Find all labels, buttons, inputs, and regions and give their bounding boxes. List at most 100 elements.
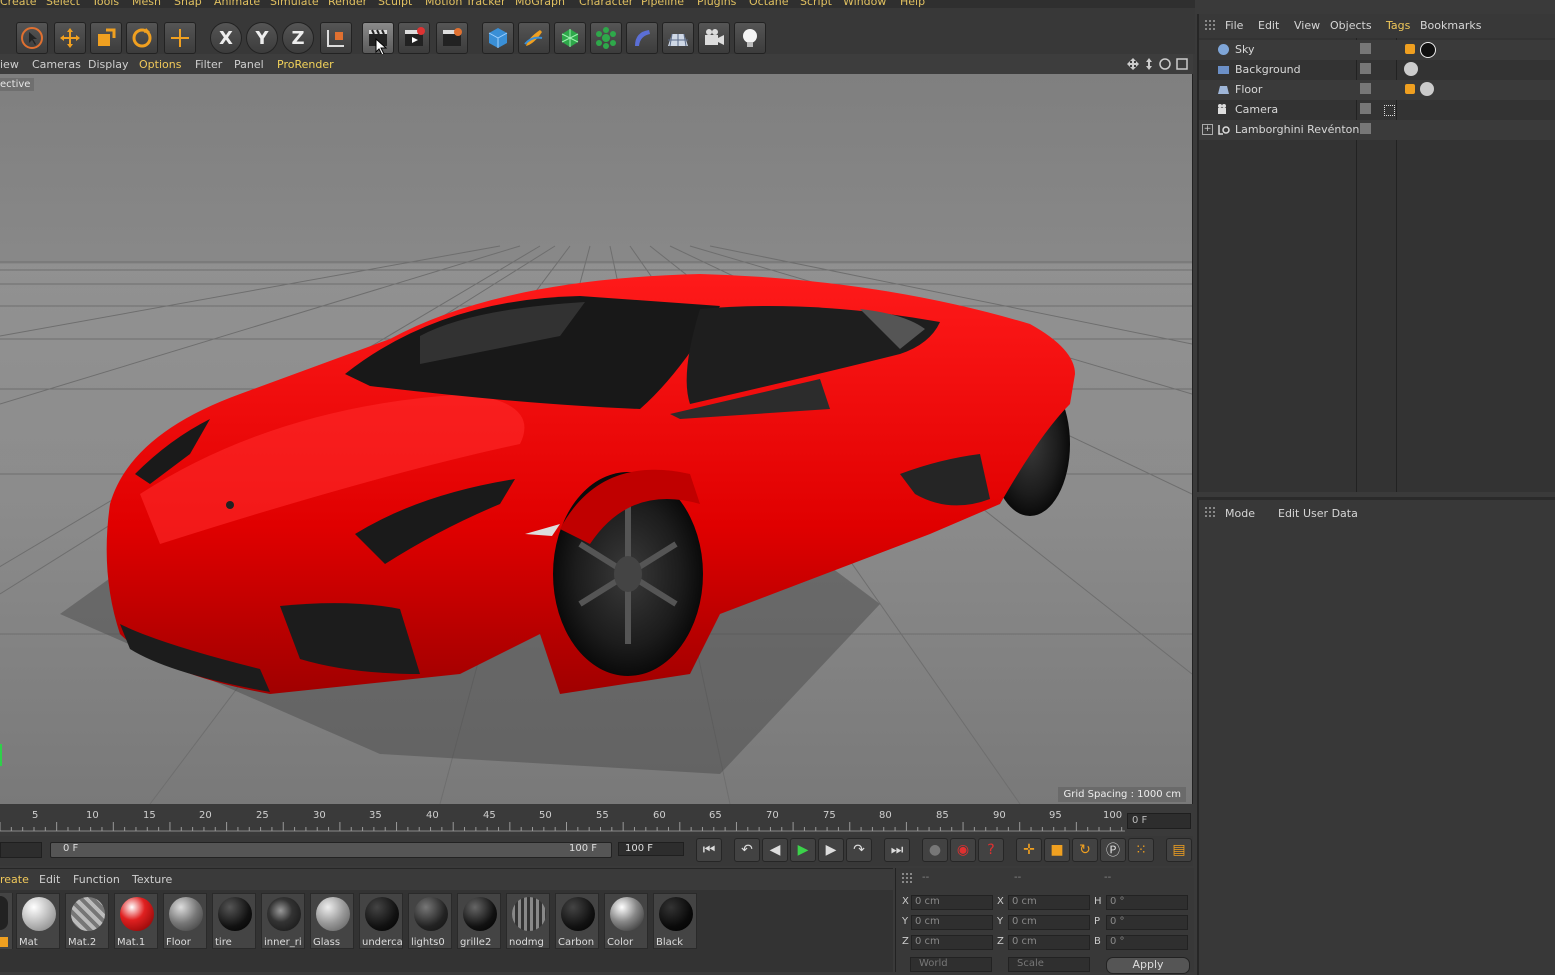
material-menu-texture[interactable]: Texture (132, 873, 172, 886)
material-swatch[interactable]: Mat.2 (65, 893, 109, 949)
menu-script[interactable]: Script (800, 0, 832, 8)
object-menu-edit[interactable]: Edit (1258, 19, 1279, 32)
menu-render[interactable]: Render (328, 0, 367, 8)
next-frame-button[interactable]: ▶ (818, 838, 844, 862)
attr-menu-user-data[interactable]: User Data (1303, 507, 1358, 520)
expand-toggle[interactable]: + (1202, 124, 1213, 135)
material-swatch[interactable]: lights0 (408, 893, 452, 949)
cube-object-button[interactable] (482, 22, 514, 54)
material-swatch[interactable]: tire (212, 893, 256, 949)
camera-object-button[interactable] (698, 22, 730, 54)
visibility-toggle[interactable] (1360, 63, 1371, 74)
render-settings-button[interactable] (436, 22, 468, 54)
viewport-menu-display[interactable]: Display (88, 58, 129, 71)
select-tool-button[interactable] (16, 22, 48, 54)
menu-sculpt[interactable]: Sculpt (378, 0, 412, 8)
attr-menu-mode[interactable]: Mode (1225, 507, 1255, 520)
rot-b-field[interactable]: 0 ° (1106, 935, 1188, 950)
viewport-menu-cameras[interactable]: Cameras (32, 58, 81, 71)
object-row-sky[interactable]: Sky (1199, 40, 1555, 60)
viewport-menu-prorender[interactable]: ProRender (277, 58, 334, 71)
play-button[interactable]: ▶ (790, 838, 816, 862)
material-menu-edit[interactable]: Edit (39, 873, 60, 886)
next-key-button[interactable]: ↷ (846, 838, 872, 862)
key-pla-button[interactable]: ⁙ (1128, 838, 1154, 862)
compositing-tag-icon[interactable] (1405, 84, 1415, 94)
light-object-button[interactable] (734, 22, 766, 54)
frame-range-slider[interactable]: 0 F 100 F (50, 842, 612, 858)
object-row-background[interactable]: Background (1199, 60, 1555, 80)
autokey-button[interactable]: ◉ (950, 838, 976, 862)
end-frame-field[interactable]: 100 F (618, 842, 684, 856)
scale-tool-button[interactable] (90, 22, 122, 54)
material-swatch[interactable]: Black (653, 893, 697, 949)
material-swatch[interactable]: Mat (16, 893, 60, 949)
rot-p-field[interactable]: 0 ° (1106, 915, 1188, 930)
material-swatch[interactable]: inner_ri (261, 893, 305, 949)
visibility-toggle[interactable] (1360, 103, 1371, 114)
x-axis-button[interactable]: X (210, 22, 242, 54)
material-swatch[interactable]: Glass (310, 893, 354, 949)
subdivision-surface-button[interactable] (554, 22, 586, 54)
coordinate-system-dropdown[interactable]: World (910, 957, 992, 972)
compositing-tag-icon[interactable] (1405, 44, 1415, 54)
menu-window[interactable]: Window (843, 0, 886, 8)
menu-tools[interactable]: Tools (92, 0, 119, 8)
material-swatch[interactable]: Floor (163, 893, 207, 949)
object-row-floor[interactable]: Floor (1199, 80, 1555, 100)
object-row-camera[interactable]: Camera (1199, 100, 1555, 120)
pos-y-field[interactable]: 0 cm (911, 915, 993, 930)
render-picture-viewer-button[interactable] (398, 22, 430, 54)
key-position-button[interactable]: ✛ (1016, 838, 1042, 862)
material-swatch[interactable]: underca (359, 893, 403, 949)
go-to-end-button[interactable]: ⏭ (884, 838, 910, 862)
menu-simulate[interactable]: Simulate (270, 0, 319, 8)
viewport-menu-view[interactable]: iew (0, 58, 19, 71)
rot-h-field[interactable]: 0 ° (1106, 895, 1188, 910)
menu-plugins[interactable]: Plugins (697, 0, 736, 8)
menu-mograph[interactable]: MoGraph (515, 0, 565, 8)
material-tag-icon[interactable] (1404, 62, 1418, 76)
material-menu-create[interactable]: reate (0, 873, 29, 886)
pos-x-field[interactable]: 0 cm (911, 895, 993, 910)
object-row-lamborghini[interactable]: + Lamborghini Revénton (1199, 120, 1555, 140)
material-swatch[interactable]: Mat.1 (114, 893, 158, 949)
menu-select[interactable]: Select (46, 0, 80, 8)
apply-button[interactable]: Apply (1106, 957, 1190, 974)
pen-spline-button[interactable] (518, 22, 550, 54)
material-menu-function[interactable]: Function (73, 873, 120, 886)
move-tool-button[interactable] (54, 22, 86, 54)
menu-create[interactable]: Create (0, 0, 37, 8)
object-menu-objects[interactable]: Objects (1330, 19, 1372, 32)
viewport-menu-options[interactable]: Options (139, 58, 181, 71)
attr-menu-edit[interactable]: Edit (1278, 507, 1299, 520)
3d-viewport[interactable]: ective Grid Spacing : 1000 cm (0, 74, 1193, 804)
size-z-field[interactable]: 0 cm (1008, 935, 1090, 950)
menu-mesh[interactable]: Mesh (132, 0, 161, 8)
material-swatch-partial[interactable] (0, 893, 13, 949)
keyframe-selection-button[interactable]: ? (978, 838, 1004, 862)
object-menu-bookmarks[interactable]: Bookmarks (1420, 19, 1481, 32)
go-to-start-button[interactable]: ⏮ (696, 838, 722, 862)
camera-mode-label[interactable]: ective (0, 78, 35, 91)
pos-z-field[interactable]: 0 cm (911, 935, 993, 950)
object-menu-tags[interactable]: Tags (1386, 19, 1410, 32)
cloner-button[interactable] (590, 22, 622, 54)
visibility-toggle[interactable] (1360, 123, 1371, 134)
object-menu-file[interactable]: File (1225, 19, 1243, 32)
material-swatch[interactable]: nodmg (506, 893, 550, 949)
coordinate-system-button[interactable] (320, 22, 352, 54)
timeline-ruler[interactable]: 5 10 15 20 25 30 35 40 45 50 55 60 65 70… (0, 806, 1193, 834)
key-rotation-button[interactable]: ↻ (1072, 838, 1098, 862)
visibility-toggle[interactable] (1360, 83, 1371, 94)
deformer-button[interactable] (626, 22, 658, 54)
live-select-button[interactable] (164, 22, 196, 54)
material-swatch[interactable]: Carbon (555, 893, 599, 949)
menu-snap[interactable]: Snap (174, 0, 202, 8)
menu-character[interactable]: Character (579, 0, 633, 8)
menu-octane[interactable]: Octane (749, 0, 789, 8)
current-frame-field[interactable]: 0 F (1127, 813, 1191, 829)
visibility-toggle[interactable] (1360, 43, 1371, 54)
viewport-nav-icons[interactable] (1126, 57, 1188, 71)
material-tag-icon[interactable] (1420, 82, 1434, 96)
